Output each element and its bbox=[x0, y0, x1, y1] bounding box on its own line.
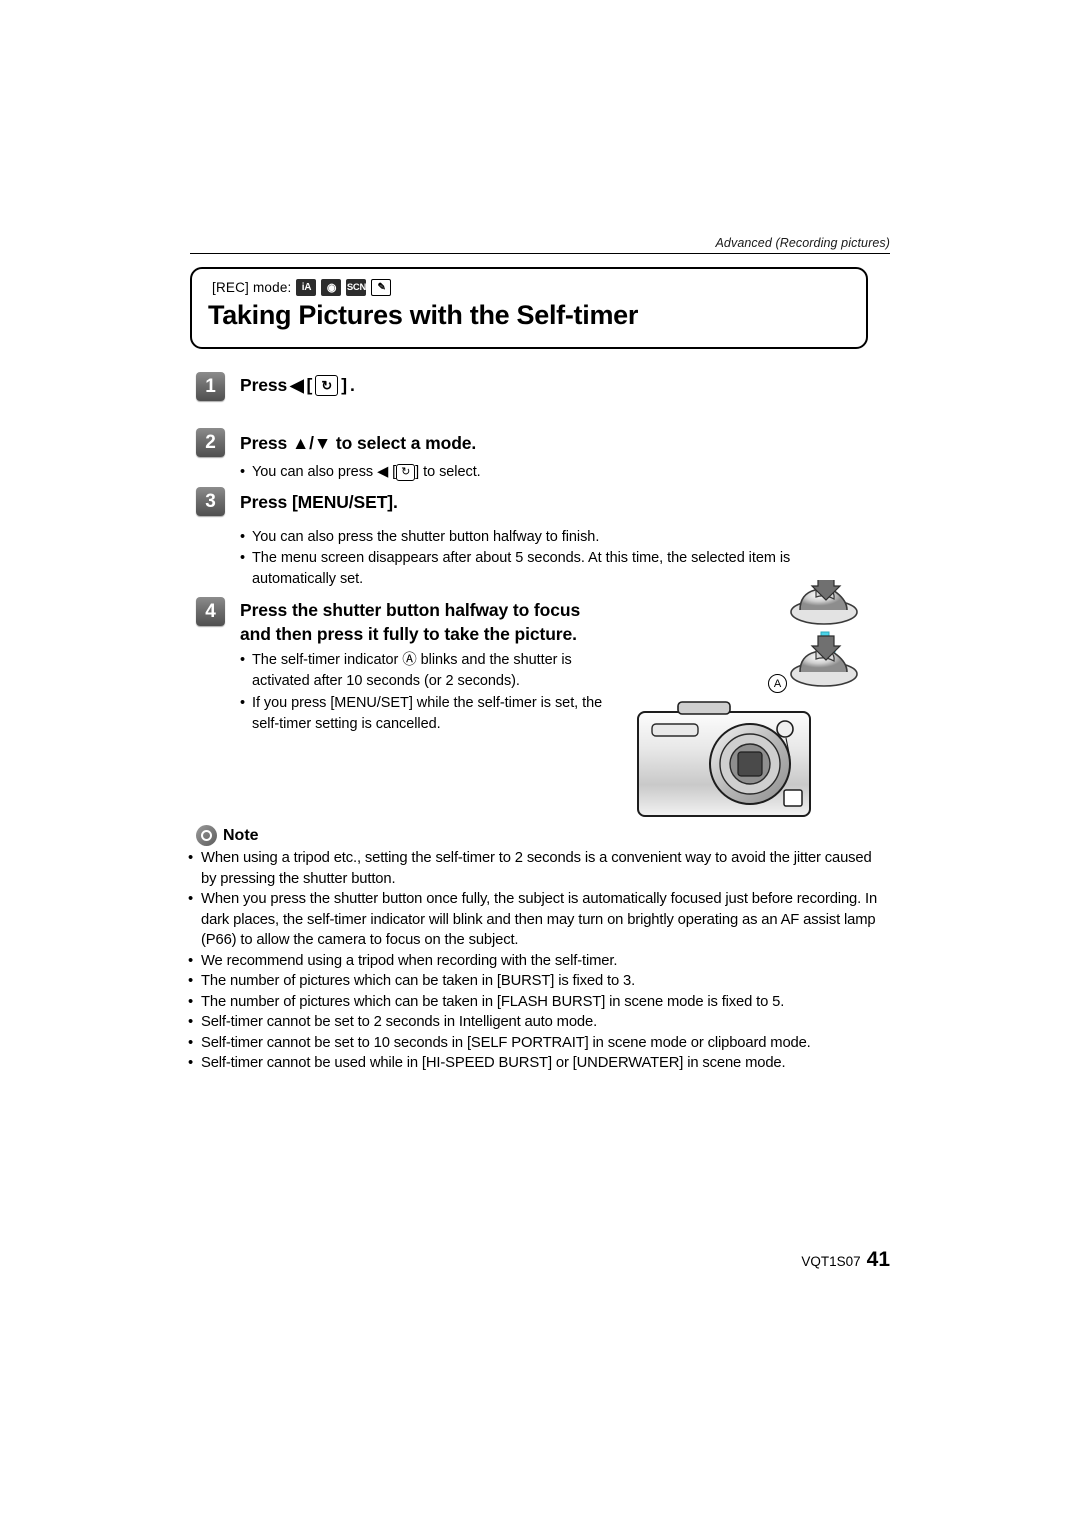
running-head: Advanced (Recording pictures) bbox=[715, 236, 890, 250]
camera-illustration: A bbox=[630, 575, 880, 840]
bullet-dot: • bbox=[188, 1034, 194, 1051]
note-item-text: We recommend using a tripod when recordi… bbox=[201, 952, 618, 969]
step-4-bullet-1: • The self-timer indicator Ⓐ blinks and … bbox=[240, 650, 622, 692]
bullet-dot: • bbox=[240, 652, 246, 668]
page-root: Advanced (Recording pictures) [REC] mode… bbox=[0, 0, 1080, 1526]
bullet-dot: • bbox=[188, 850, 194, 866]
finger-full-press bbox=[790, 635, 858, 687]
step-number-2: 2 bbox=[196, 428, 225, 457]
bullet-dot: • bbox=[188, 1055, 194, 1071]
camera-body bbox=[637, 701, 811, 817]
step-4-title-line2: and then press it fully to take the pict… bbox=[240, 624, 577, 644]
note-item: • The number of pictures which can be tak… bbox=[188, 992, 878, 1013]
note-item-text: Self-timer cannot be set to 2 seconds in… bbox=[201, 1014, 598, 1030]
bullet-dot: • bbox=[188, 993, 194, 1010]
note-item: • The number of pictures which can be tak… bbox=[188, 971, 878, 992]
page-title: Taking Pictures with the Self-timer bbox=[208, 300, 639, 330]
bullet-dot: • bbox=[240, 529, 246, 545]
bullet-dot: • bbox=[188, 973, 194, 989]
bullet-dot: • bbox=[188, 952, 194, 969]
step-1-title: Press ◀ [ ↻ ] . bbox=[240, 375, 355, 396]
step-3-bullet-1-text: You can also press the shutter button ha… bbox=[252, 529, 600, 545]
note-item-text: The number of pictures which can be take… bbox=[201, 993, 785, 1010]
bullet-dot: • bbox=[240, 464, 246, 480]
step-4-bullet-2-text: If you press [MENU/SET] while the self-t… bbox=[252, 695, 603, 732]
step-1-bracket-open: [ bbox=[306, 375, 313, 395]
bullet-dot: • bbox=[188, 1014, 194, 1030]
callout-a-label: A bbox=[768, 674, 787, 693]
step-1-title-pre: Press bbox=[240, 375, 288, 395]
step-4-bullet-2: • If you press [MENU/SET] while the self… bbox=[240, 693, 622, 735]
step-2-bullet-pre: You can also press bbox=[252, 464, 374, 480]
note-item-text: When using a tripod etc., setting the se… bbox=[201, 850, 872, 887]
mode-icon-clipboard: ✎ bbox=[371, 278, 392, 296]
step-4-bullet-1-text: The self-timer indicator Ⓐ blinks and th… bbox=[252, 652, 572, 689]
step-2-bullet-post: to select. bbox=[423, 464, 481, 480]
note-item-text: Self-timer cannot be set to 10 seconds i… bbox=[201, 1034, 811, 1051]
note-item: • When you press the shutter button once … bbox=[188, 889, 878, 951]
step-number-4: 4 bbox=[196, 597, 225, 626]
document-code: VQT1S07 bbox=[801, 1254, 861, 1269]
step-2-bullet-1: • You can also press ◀ [↻] to select. bbox=[240, 462, 812, 483]
note-label: Note bbox=[223, 826, 259, 844]
header-rule bbox=[190, 253, 890, 254]
rec-mode-label: [REC] mode: bbox=[212, 279, 292, 295]
left-arrow-icon: ◀ bbox=[377, 464, 389, 480]
step-4-title-line1: Press the shutter button halfway to focu… bbox=[240, 600, 581, 620]
note-item: • Self-timer cannot be set to 2 seconds i… bbox=[188, 1012, 878, 1033]
step-number-1: 1 bbox=[196, 372, 225, 401]
mode-icon-scn: SCN bbox=[346, 278, 367, 296]
step-1-bracket-close: ] bbox=[341, 375, 348, 395]
bullet-dot: • bbox=[240, 695, 246, 711]
note-header: Note bbox=[196, 825, 259, 846]
step-3-bullet-1: • You can also press the shutter button … bbox=[240, 527, 872, 548]
self-timer-icon: ↻ bbox=[315, 375, 339, 396]
step-2-bracket-close: ] bbox=[415, 464, 420, 480]
mode-icon-normal-picture: ◉ bbox=[321, 278, 342, 296]
note-item-text: Self-timer cannot be used while in [HI-S… bbox=[201, 1055, 786, 1071]
page-footer: VQT1S07 41 bbox=[801, 1248, 890, 1272]
self-timer-icon: ↻ bbox=[396, 463, 416, 481]
bullet-dot: • bbox=[188, 891, 194, 907]
step-number-3: 3 bbox=[196, 487, 225, 516]
note-item: • Self-timer cannot be used while in [HI-… bbox=[188, 1053, 878, 1074]
rec-mode-line: [REC] mode: iA ◉ SCN ✎ bbox=[208, 276, 396, 298]
note-item-text: When you press the shutter button once f… bbox=[201, 891, 878, 948]
note-item: • We recommend using a tripod when record… bbox=[188, 951, 878, 972]
left-arrow-icon: ◀ bbox=[290, 375, 304, 395]
note-item-text: The number of pictures which can be take… bbox=[201, 973, 636, 989]
note-item: • When using a tripod etc., setting the s… bbox=[188, 848, 878, 889]
step-2-title: Press ▲/▼ to select a mode. bbox=[240, 433, 477, 453]
mode-icon-ia: iA bbox=[296, 278, 317, 296]
step-1-title-post: . bbox=[350, 375, 355, 395]
note-icon bbox=[196, 825, 217, 846]
step-3-title: Press [MENU/SET]. bbox=[240, 492, 398, 512]
note-item: • Self-timer cannot be set to 10 seconds … bbox=[188, 1033, 878, 1054]
note-list: • When using a tripod etc., setting the s… bbox=[188, 848, 878, 1074]
finger-half-press bbox=[790, 575, 858, 625]
bullet-dot: • bbox=[240, 550, 246, 566]
page-number: 41 bbox=[866, 1248, 890, 1271]
